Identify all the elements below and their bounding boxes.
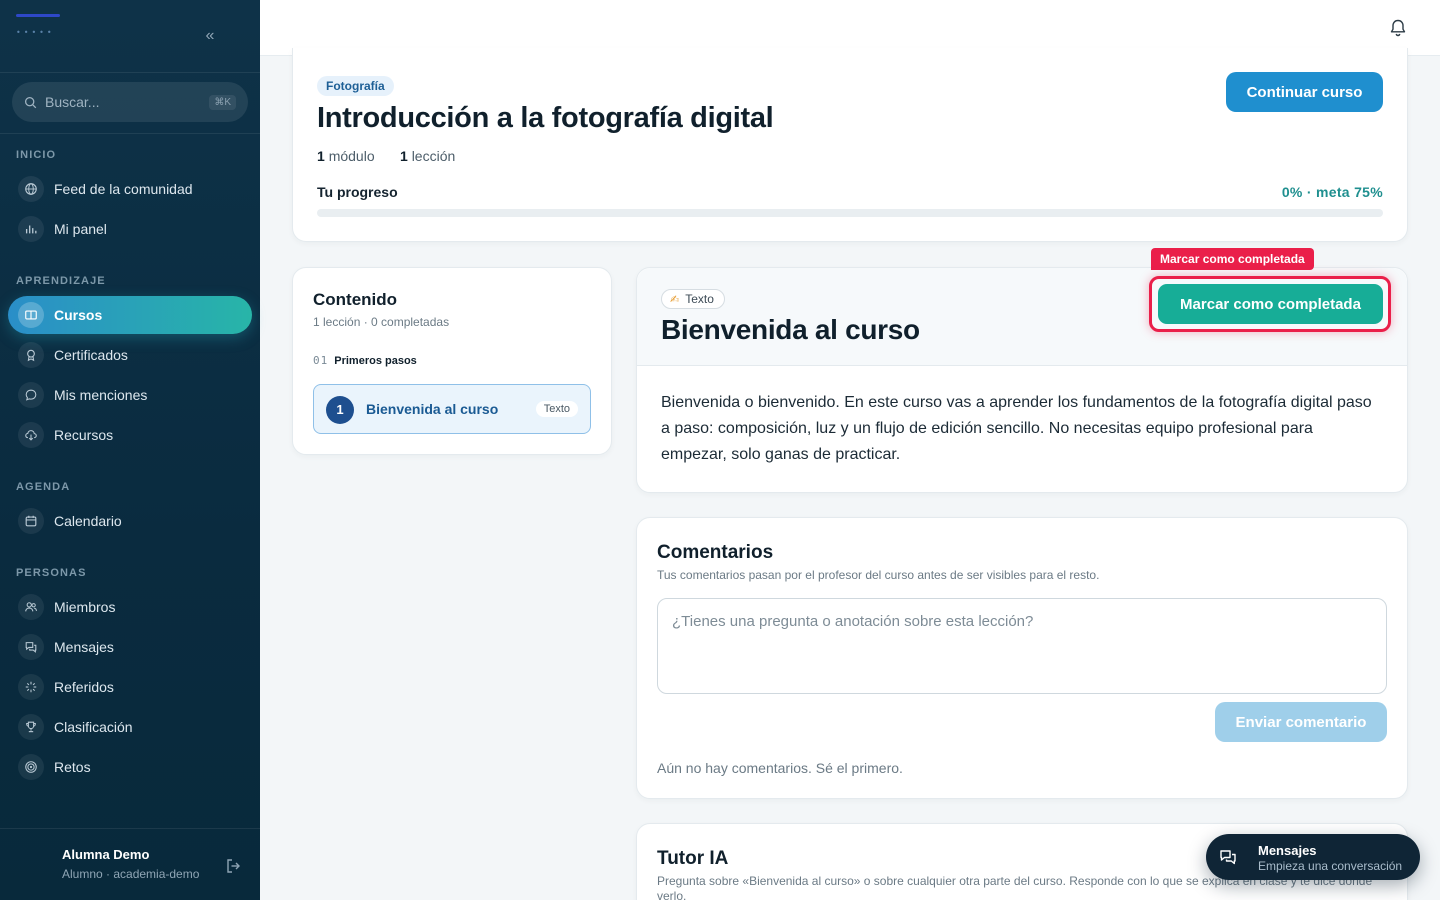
messages-launcher[interactable]: Mensajes Empieza una conversación: [1206, 834, 1420, 880]
sidebar-item-label: Retos: [54, 759, 91, 775]
lesson-name: Bienvenida al curso: [366, 401, 499, 417]
sidebar-item-mensajes[interactable]: Mensajes: [8, 628, 252, 666]
lessons-count-label: lección: [411, 148, 456, 164]
module-heading: 01 Primeros pasos: [313, 354, 417, 367]
sidebar-item-label: Recursos: [54, 427, 114, 443]
sparkle-icon: [18, 674, 44, 700]
lesson-body-text: Bienvenida o bienvenido. En este curso v…: [661, 394, 1372, 463]
lesson-type-pill: ✍ Texto: [661, 289, 725, 309]
highlight-label: Marcar como completada: [1151, 248, 1314, 270]
continue-course-button[interactable]: Continuar curso: [1226, 72, 1383, 112]
messages-icon: [1220, 850, 1236, 865]
comments-title: Comentarios: [657, 542, 774, 563]
comments-subtitle: Tus comentarios pasan por el profesor de…: [657, 568, 1100, 582]
award-icon: [18, 342, 44, 368]
sidebar-divider: [0, 133, 260, 134]
search-placeholder: Buscar...: [45, 94, 100, 110]
sidebar-item-label: Miembros: [54, 599, 116, 615]
progress-label: Tu progreso: [317, 184, 398, 200]
sidebar-item-label: Mis menciones: [54, 387, 148, 403]
mark-complete-button[interactable]: Marcar como completada: [1158, 284, 1383, 324]
sidebar-item-label: Mensajes: [54, 639, 114, 655]
lesson-type-badge: Texto: [535, 401, 578, 417]
progress-bar: [317, 209, 1383, 217]
user-name: Alumna Demo: [62, 847, 150, 862]
course-title: Introducción a la fotografía digital: [317, 102, 774, 134]
sidebar: ••••• « Buscar... ⌘K INICIO Feed de la c…: [0, 0, 260, 900]
content-panel-subtitle: 1 lección · 0 completadas: [313, 315, 450, 329]
search-icon: [24, 96, 37, 108]
trophy-icon: [18, 714, 44, 740]
logout-icon[interactable]: [224, 857, 242, 875]
search-input[interactable]: Buscar... ⌘K: [12, 82, 248, 122]
globe-icon: [18, 176, 44, 202]
search-shortcut: ⌘K: [209, 94, 236, 110]
messages-launcher-title: Mensajes: [1258, 843, 1317, 858]
course-category-tag[interactable]: Fotografía: [317, 76, 394, 96]
module-number: 01: [313, 354, 329, 367]
modules-count-value: 1: [317, 148, 325, 164]
lesson-title: Bienvenida al curso: [661, 314, 920, 345]
comments-card: Comentarios Tus comentarios pasan por el…: [636, 517, 1408, 799]
sidebar-item-referidos[interactable]: Referidos: [8, 668, 252, 706]
sidebar-item-feed[interactable]: Feed de la comunidad: [8, 170, 252, 208]
sidebar-item-certificados[interactable]: Certificados: [8, 336, 252, 374]
sidebar-item-miembros[interactable]: Miembros: [8, 588, 252, 626]
sidebar-item-cursos[interactable]: Cursos: [8, 296, 252, 334]
cloud-download-icon: [18, 422, 44, 448]
sidebar-divider: [0, 72, 260, 73]
sidebar-item-label: Certificados: [54, 347, 128, 363]
messages-icon: [18, 634, 44, 660]
sidebar-item-label: Calendario: [54, 513, 122, 529]
content-panel-title: Contenido: [313, 290, 398, 309]
sidebar-item-label: Mi panel: [54, 221, 107, 237]
bar-chart-icon: [18, 216, 44, 242]
collapse-sidebar-icon[interactable]: «: [200, 26, 220, 46]
user-role: Alumno · academia-demo: [62, 867, 200, 881]
sidebar-item-retos[interactable]: Retos: [8, 748, 252, 786]
calendar-icon: [18, 508, 44, 534]
section-label-personas: PERSONAS: [16, 567, 87, 579]
sidebar-item-label: Clasificación: [54, 719, 133, 735]
section-label-inicio: INICIO: [16, 149, 57, 161]
writing-hand-icon: ✍: [670, 293, 680, 306]
modules-count-label: módulo: [328, 148, 375, 164]
users-icon: [18, 594, 44, 620]
comments-empty-state: Aún no hay comentarios. Sé el primero.: [657, 760, 903, 776]
chat-bubble-icon: [18, 382, 44, 408]
bell-icon[interactable]: [1388, 18, 1408, 38]
module-name: Primeros pasos: [334, 355, 417, 367]
section-label-aprendizaje: APRENDIZAJE: [16, 275, 106, 287]
section-label-agenda: AGENDA: [16, 481, 71, 493]
lesson-list-item[interactable]: 1 Bienvenida al curso Texto: [313, 384, 591, 434]
lesson-number: 1: [326, 396, 354, 424]
sidebar-item-clasificacion[interactable]: Clasificación: [8, 708, 252, 746]
modules-count: 1 módulo: [317, 148, 375, 164]
lessons-count: 1 lección: [400, 148, 455, 164]
book-open-icon: [18, 302, 44, 328]
course-header-card: Fotografía Introducción a la fotografía …: [292, 48, 1408, 242]
sidebar-item-label: Referidos: [54, 679, 114, 695]
course-content-panel: Contenido 1 lección · 0 completadas 01 Pr…: [292, 267, 612, 455]
ai-tutor-title: Tutor IA: [657, 848, 729, 869]
messages-launcher-subtitle: Empieza una conversación: [1258, 859, 1403, 873]
target-icon: [18, 754, 44, 780]
lessons-count-value: 1: [400, 148, 408, 164]
current-user[interactable]: Alumna Demo Alumno · academia-demo: [0, 828, 260, 900]
progress-value: 0% · meta 75%: [1281, 184, 1383, 200]
send-comment-button[interactable]: Enviar comentario: [1215, 702, 1387, 742]
sidebar-item-menciones[interactable]: Mis menciones: [8, 376, 252, 414]
sidebar-item-panel[interactable]: Mi panel: [8, 210, 252, 248]
lesson-type-label: Texto: [685, 292, 714, 306]
brand-logo[interactable]: •••••: [16, 14, 64, 37]
sidebar-item-label: Feed de la comunidad: [54, 181, 193, 197]
sidebar-item-recursos[interactable]: Recursos: [8, 416, 252, 454]
sidebar-item-label: Cursos: [54, 307, 103, 323]
comment-textarea[interactable]: [657, 598, 1387, 694]
sidebar-item-calendario[interactable]: Calendario: [8, 502, 252, 540]
